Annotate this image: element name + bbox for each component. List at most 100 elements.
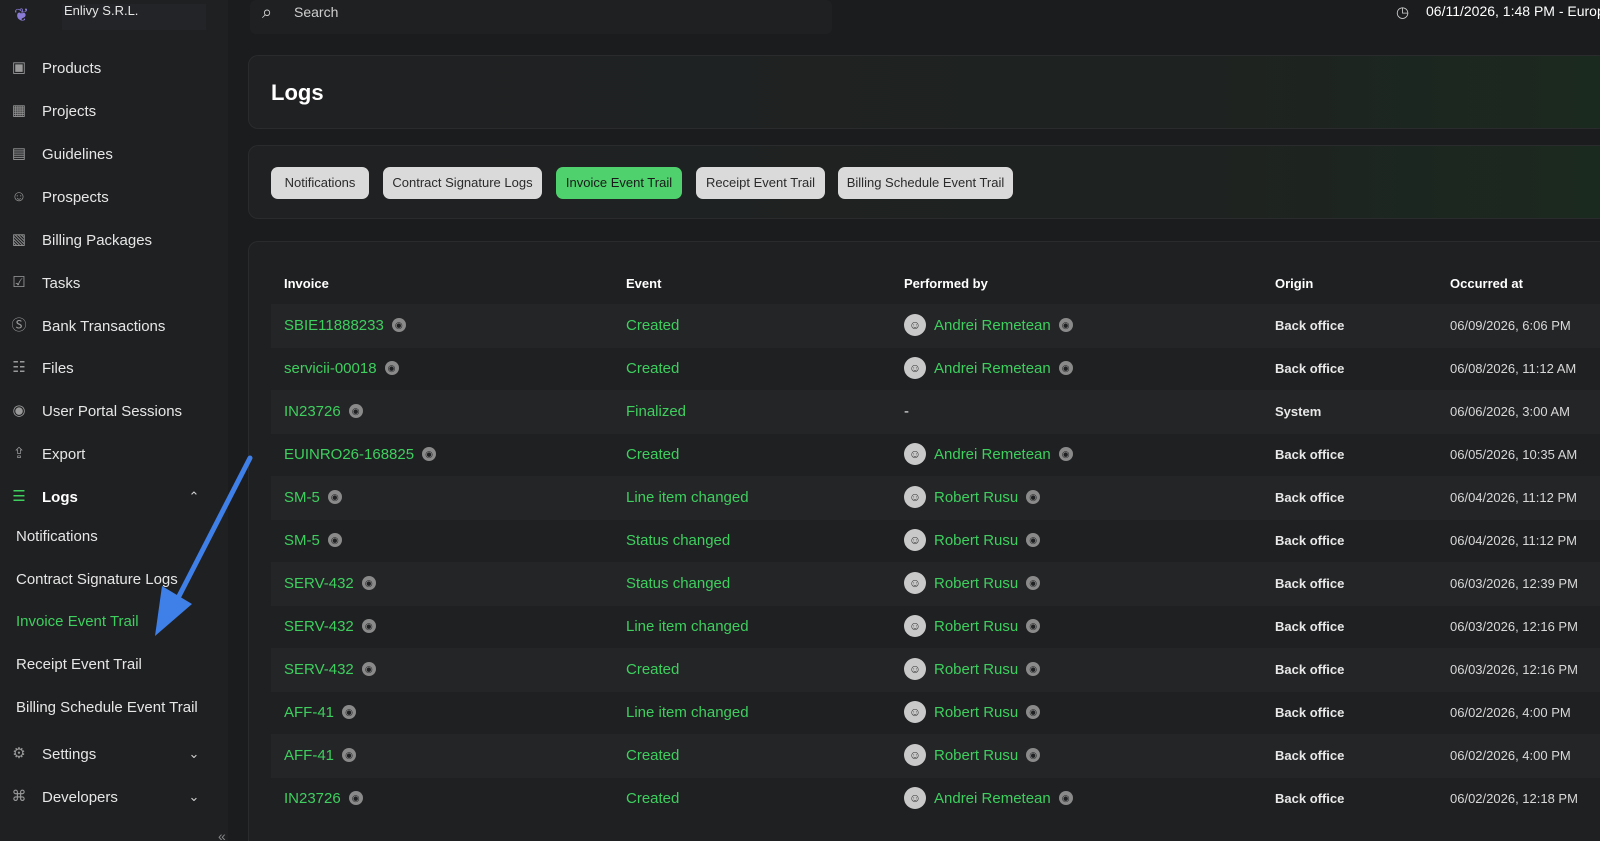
eye-icon[interactable]: ◉: [1026, 532, 1041, 547]
submenu-receipt-event-trail[interactable]: Receipt Event Trail: [16, 654, 142, 676]
performer-link[interactable]: ☺ Robert Rusu ◉: [904, 519, 1041, 563]
chevron-down-icon[interactable]: ⌄: [186, 789, 202, 805]
performer-name[interactable]: Andrei Remetean: [934, 446, 1051, 463]
performer-link[interactable]: ☺ Robert Rusu ◉: [904, 476, 1041, 520]
invoice-number[interactable]: SERV-432: [284, 618, 354, 635]
performer-link[interactable]: ☺ Robert Rusu ◉: [904, 605, 1041, 649]
sidebar-item-guidelines[interactable]: ▤ Guidelines: [0, 139, 220, 169]
invoice-number[interactable]: SBIE11888233: [284, 317, 384, 334]
eye-icon[interactable]: ◉: [342, 747, 357, 762]
invoice-number[interactable]: AFF-41: [284, 747, 334, 764]
performer-name[interactable]: Robert Rusu: [934, 618, 1018, 635]
invoice-link[interactable]: servicii-00018 ◉: [284, 347, 399, 391]
sidebar-item-prospects[interactable]: ☺ Prospects: [0, 182, 220, 212]
eye-icon[interactable]: ◉: [384, 360, 399, 375]
eye-icon[interactable]: ◉: [1026, 618, 1041, 633]
performer-link[interactable]: ☺ Andrei Remetean ◉: [904, 433, 1073, 477]
invoice-number[interactable]: SM-5: [284, 532, 320, 549]
invoice-number[interactable]: SERV-432: [284, 575, 354, 592]
performer-name[interactable]: Robert Rusu: [934, 575, 1018, 592]
invoice-link[interactable]: IN23726 ◉: [284, 390, 363, 434]
search-input[interactable]: ⌕ Search: [250, 0, 832, 34]
performer-link[interactable]: ☺ Robert Rusu ◉: [904, 648, 1041, 692]
invoice-link[interactable]: SERV-432 ◉: [284, 648, 376, 692]
invoice-number[interactable]: SERV-432: [284, 661, 354, 678]
tab-billing-schedule-event-trail[interactable]: Billing Schedule Event Trail: [838, 167, 1013, 199]
tab-contract-signature-logs[interactable]: Contract Signature Logs: [383, 167, 542, 199]
invoice-number[interactable]: AFF-41: [284, 704, 334, 721]
invoice-link[interactable]: SM-5 ◉: [284, 476, 342, 520]
sidebar-item-settings[interactable]: ⚙ Settings ⌄: [0, 739, 220, 769]
eye-icon[interactable]: ◉: [348, 790, 363, 805]
eye-icon[interactable]: ◉: [1058, 790, 1073, 805]
tab-notifications[interactable]: Notifications: [271, 167, 369, 199]
chevron-down-icon[interactable]: ⌄: [186, 746, 202, 762]
performer-name[interactable]: Andrei Remetean: [934, 317, 1051, 334]
invoice-number[interactable]: SM-5: [284, 489, 320, 506]
performer-link[interactable]: ☺ Robert Rusu ◉: [904, 691, 1041, 735]
eye-icon[interactable]: ◉: [1026, 575, 1041, 590]
org-switcher[interactable]: ❦ Enlivy S.R.L.: [0, 0, 206, 30]
eye-icon[interactable]: ◉: [391, 317, 406, 332]
performer-name[interactable]: Robert Rusu: [934, 704, 1018, 721]
sidebar-item-billing-packages[interactable]: ▧ Billing Packages: [0, 225, 220, 255]
submenu-invoice-event-trail[interactable]: Invoice Event Trail: [16, 611, 139, 633]
invoice-number[interactable]: EUINRO26-168825: [284, 446, 414, 463]
eye-icon[interactable]: ◉: [1026, 661, 1041, 676]
invoice-link[interactable]: SM-5 ◉: [284, 519, 342, 563]
eye-icon[interactable]: ◉: [327, 489, 342, 504]
sidebar-item-files[interactable]: ☷ Files: [0, 353, 220, 383]
eye-icon[interactable]: ◉: [361, 575, 376, 590]
invoice-link[interactable]: AFF-41 ◉: [284, 691, 357, 735]
performer-name[interactable]: Robert Rusu: [934, 532, 1018, 549]
performer-name[interactable]: Robert Rusu: [934, 661, 1018, 678]
performer-link[interactable]: ☺ Robert Rusu ◉: [904, 734, 1041, 778]
eye-icon[interactable]: ◉: [348, 403, 363, 418]
collapse-sidebar-icon[interactable]: «: [218, 828, 226, 841]
sidebar-item-bank-transactions[interactable]: Ⓢ Bank Transactions: [0, 311, 220, 341]
invoice-number[interactable]: IN23726: [284, 403, 341, 420]
eye-icon[interactable]: ◉: [422, 446, 437, 461]
sidebar-item-tasks[interactable]: ☑ Tasks: [0, 268, 220, 298]
invoice-link[interactable]: SERV-432 ◉: [284, 562, 376, 606]
invoice-link[interactable]: SERV-432 ◉: [284, 605, 376, 649]
performer-link[interactable]: ☺ Andrei Remetean ◉: [904, 777, 1073, 821]
performer-link[interactable]: ☺ Robert Rusu ◉: [904, 562, 1041, 606]
performer-link[interactable]: ☺ Andrei Remetean ◉: [904, 347, 1073, 391]
invoice-number[interactable]: servicii-00018: [284, 360, 377, 377]
sidebar-item-logs[interactable]: ☰ Logs ⌃: [0, 482, 220, 512]
eye-icon[interactable]: ◉: [361, 618, 376, 633]
eye-icon[interactable]: ◉: [1058, 360, 1073, 375]
performer-name[interactable]: Robert Rusu: [934, 489, 1018, 506]
eye-icon[interactable]: ◉: [1058, 317, 1073, 332]
invoice-link[interactable]: AFF-41 ◉: [284, 734, 357, 778]
performer-name[interactable]: Andrei Remetean: [934, 360, 1051, 377]
eye-icon[interactable]: ◉: [342, 704, 357, 719]
invoice-link[interactable]: SBIE11888233 ◉: [284, 304, 406, 348]
origin-cell: Back office: [1275, 318, 1345, 333]
eye-icon[interactable]: ◉: [1026, 489, 1041, 504]
tab-invoice-event-trail[interactable]: Invoice Event Trail: [556, 167, 682, 199]
performer-name[interactable]: Robert Rusu: [934, 747, 1018, 764]
sidebar-item-user-portal-sessions[interactable]: ◉ User Portal Sessions: [0, 396, 220, 426]
performer-link[interactable]: ☺ Andrei Remetean ◉: [904, 304, 1073, 348]
org-name[interactable]: Enlivy S.R.L.: [62, 4, 206, 30]
invoice-link[interactable]: IN23726 ◉: [284, 777, 363, 821]
sidebar-item-projects[interactable]: ▦ Projects: [0, 96, 220, 126]
invoice-link[interactable]: EUINRO26-168825 ◉: [284, 433, 437, 477]
invoice-number[interactable]: IN23726: [284, 790, 341, 807]
submenu-contract-signature-logs[interactable]: Contract Signature Logs: [16, 569, 178, 591]
eye-icon[interactable]: ◉: [1058, 446, 1073, 461]
sidebar-item-export[interactable]: ⇪ Export: [0, 439, 220, 469]
sidebar-item-developers[interactable]: ⌘ Developers ⌄: [0, 782, 220, 812]
eye-icon[interactable]: ◉: [1026, 704, 1041, 719]
submenu-notifications[interactable]: Notifications: [16, 526, 98, 548]
eye-icon[interactable]: ◉: [1026, 747, 1041, 762]
performer-name[interactable]: Andrei Remetean: [934, 790, 1051, 807]
tab-receipt-event-trail[interactable]: Receipt Event Trail: [696, 167, 825, 199]
sidebar-item-products[interactable]: ▣ Products: [0, 53, 220, 83]
eye-icon[interactable]: ◉: [327, 532, 342, 547]
chevron-up-icon[interactable]: ⌃: [186, 489, 202, 505]
submenu-billing-schedule-event-trail[interactable]: Billing Schedule Event Trail: [16, 697, 198, 719]
eye-icon[interactable]: ◉: [361, 661, 376, 676]
